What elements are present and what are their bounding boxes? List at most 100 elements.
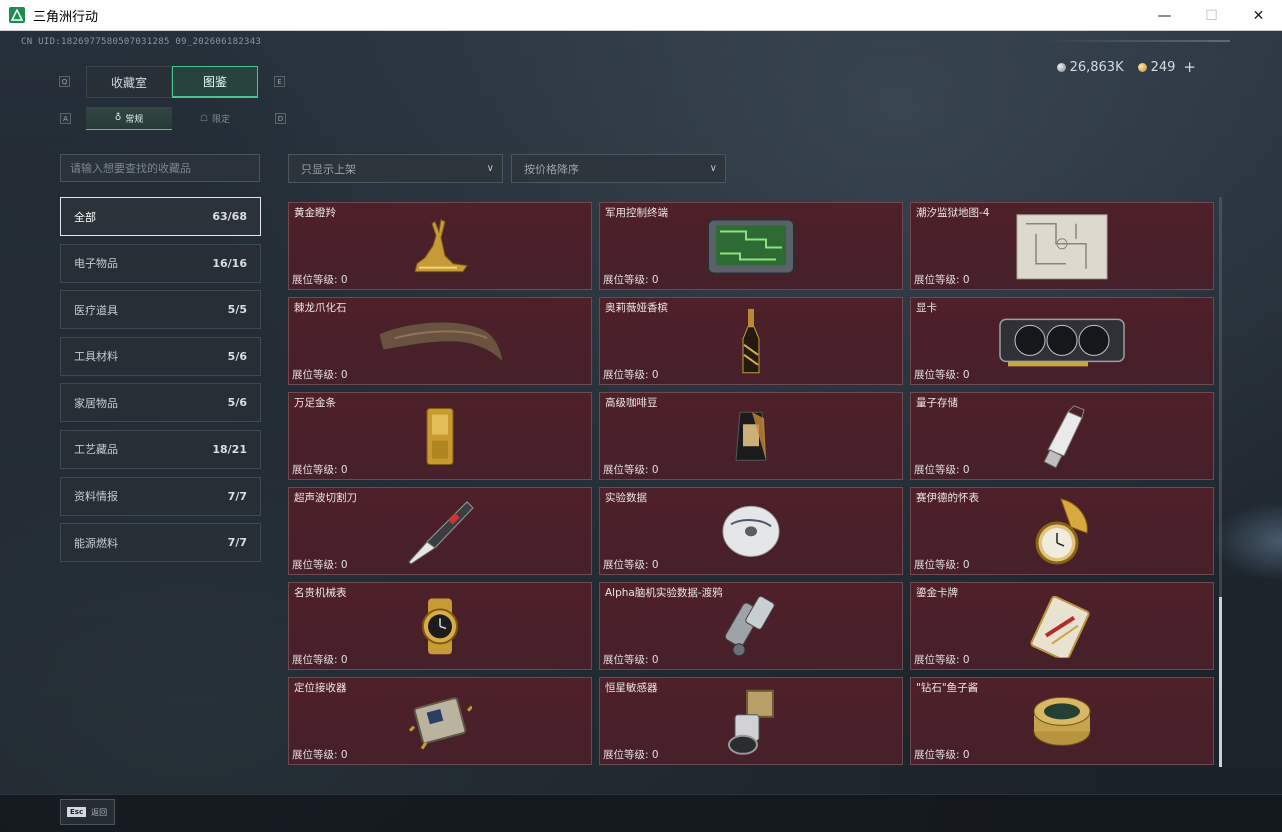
player-uid: CN UID:1826977580507031285 09_2026061823… bbox=[21, 37, 262, 47]
item-booth-level: 展位等级: 0 bbox=[914, 559, 970, 571]
category-tools[interactable]: 工具材料 5/6 bbox=[60, 336, 261, 376]
tab-collection-room[interactable]: 收藏室 bbox=[86, 66, 172, 98]
item-booth-level: 展位等级: 0 bbox=[292, 654, 348, 666]
item-card-map[interactable]: 潮汐监狱地图-4 展位等级: 0 bbox=[910, 202, 1214, 290]
item-name: 显卡 bbox=[916, 302, 937, 314]
gold-coin-icon bbox=[1137, 62, 1147, 72]
category-label: 资料情报 bbox=[74, 490, 118, 504]
item-booth-level: 展位等级: 0 bbox=[603, 559, 659, 571]
sort-dropdown[interactable]: 按价格降序 ∨ bbox=[511, 154, 726, 183]
esc-key-icon: Esc bbox=[67, 807, 87, 817]
item-booth-level: 展位等级: 0 bbox=[292, 559, 348, 571]
sub-tabs: ♁ 常规 ☖ 限定 bbox=[86, 107, 258, 130]
search-input[interactable]: 请输入想要查找的收藏品 bbox=[60, 154, 260, 182]
item-card-goldbar[interactable]: 万足金条展位等级: 0 bbox=[288, 392, 592, 480]
category-label: 工艺藏品 bbox=[74, 443, 118, 457]
item-booth-level: 展位等级: 0 bbox=[603, 749, 659, 761]
gpu-icon bbox=[998, 313, 1126, 373]
key-hint-d: D bbox=[275, 113, 286, 124]
category-list: 全部 63/68 电子物品 16/16 医疗道具 5/5 工具材料 5/6 家居… bbox=[60, 197, 261, 570]
bottom-bar bbox=[0, 794, 1282, 832]
item-booth-level: 展位等级: 0 bbox=[914, 749, 970, 761]
category-all[interactable]: 全部 63/68 bbox=[60, 197, 261, 236]
item-card-receiver[interactable]: 定位接收器 展位等级: 0 bbox=[288, 677, 592, 765]
game-area: CN UID:1826977580507031285 09_2026061823… bbox=[0, 31, 1282, 832]
listed-filter-label: 只显示上架 bbox=[301, 162, 356, 176]
app-logo-icon bbox=[9, 7, 25, 23]
item-card-terminal[interactable]: 军用控制终端 展位等级: 0 bbox=[599, 202, 903, 290]
category-label: 工具材料 bbox=[74, 350, 118, 364]
item-name: 奥莉薇娅香槟 bbox=[605, 302, 668, 314]
category-count: 5/6 bbox=[227, 349, 247, 363]
category-household[interactable]: 家居物品 5/6 bbox=[60, 383, 261, 423]
category-count: 16/16 bbox=[212, 256, 247, 270]
category-fuel[interactable]: 能源燃料 7/7 bbox=[60, 523, 261, 563]
item-name: 万足金条 bbox=[294, 397, 336, 409]
silver-amount: 26,863K bbox=[1069, 59, 1124, 75]
add-currency-button[interactable]: + bbox=[1183, 58, 1196, 76]
item-card-champagne[interactable]: 奥莉薇娅香槟 展位等级: 0 bbox=[599, 297, 903, 385]
knife-icon bbox=[405, 498, 475, 570]
gold-currency: 249 + bbox=[1137, 58, 1196, 76]
card-icon bbox=[1030, 595, 1094, 662]
main-tabs: 收藏室 图鉴 bbox=[86, 66, 258, 98]
item-booth-level: 展位等级: 0 bbox=[292, 749, 348, 761]
item-name: 名贵机械表 bbox=[294, 587, 347, 599]
grid-scrollbar[interactable] bbox=[1219, 197, 1222, 767]
key-hint-a: A bbox=[60, 113, 71, 124]
item-card-claw[interactable]: 棘龙爪化石 展位等级: 0 bbox=[288, 297, 592, 385]
chevron-down-icon: ∨ bbox=[709, 163, 717, 174]
item-card-disc[interactable]: 实验数据 展位等级: 0 bbox=[599, 487, 903, 575]
category-count: 7/7 bbox=[227, 489, 247, 503]
item-booth-level: 展位等级: 0 bbox=[603, 464, 659, 476]
scrollbar-thumb[interactable] bbox=[1219, 597, 1222, 767]
chevron-down-icon: ∨ bbox=[486, 163, 494, 174]
item-card-knife[interactable]: 超声波切割刀 展位等级: 0 bbox=[288, 487, 592, 575]
item-card-card[interactable]: 鎏金卡牌展位等级: 0 bbox=[910, 582, 1214, 670]
top-decoration-line bbox=[1040, 40, 1230, 42]
pocketwatch-icon bbox=[1031, 497, 1093, 571]
item-card-sensor[interactable]: 恒星敏感器展位等级: 0 bbox=[599, 677, 903, 765]
back-button[interactable]: Esc 返回 bbox=[60, 799, 115, 825]
tab-regular-label: 常规 bbox=[125, 114, 144, 125]
item-name: Alpha脑机实验数据-渡鸦 bbox=[605, 587, 723, 599]
item-booth-level: 展位等级: 0 bbox=[914, 464, 970, 476]
item-booth-level: 展位等级: 0 bbox=[292, 464, 348, 476]
category-medical[interactable]: 医疗道具 5/5 bbox=[60, 290, 261, 330]
item-name: 量子存储 bbox=[916, 397, 958, 409]
regular-icon: ♁ bbox=[114, 113, 122, 123]
usb-icon bbox=[1038, 404, 1086, 474]
key-hint-q: Q bbox=[59, 76, 70, 87]
category-electronics[interactable]: 电子物品 16/16 bbox=[60, 243, 261, 283]
wristwatch-icon bbox=[414, 598, 466, 658]
item-booth-level: 展位等级: 0 bbox=[603, 654, 659, 666]
goldbar-icon bbox=[425, 407, 455, 471]
category-label: 能源燃料 bbox=[74, 536, 118, 550]
close-button[interactable]: ✕ bbox=[1235, 0, 1282, 31]
item-name: 鎏金卡牌 bbox=[916, 587, 958, 599]
map-icon bbox=[1016, 214, 1108, 284]
item-card-coffee[interactable]: 高级咖啡豆 展位等级: 0 bbox=[599, 392, 903, 480]
item-card-pocketwatch[interactable]: 赛伊德的怀表 展位等级: 0 bbox=[910, 487, 1214, 575]
item-card-gazelle[interactable]: 黄金瞪羚 展位等级: 0 bbox=[288, 202, 592, 290]
item-name: 超声波切割刀 bbox=[294, 492, 357, 504]
window-title: 三角洲行动 bbox=[33, 9, 99, 25]
tab-codex[interactable]: 图鉴 bbox=[172, 66, 258, 98]
item-card-brainchip[interactable]: Alpha脑机实验数据-渡鸦 展位等级: 0 bbox=[599, 582, 903, 670]
item-card-caviar[interactable]: "钻石"鱼子酱 展位等级: 0 bbox=[910, 677, 1214, 765]
listed-filter-dropdown[interactable]: 只显示上架 ∨ bbox=[288, 154, 503, 183]
tab-limited[interactable]: ☖ 限定 bbox=[172, 107, 258, 130]
category-count: 5/5 bbox=[227, 303, 247, 317]
tab-regular[interactable]: ♁ 常规 bbox=[86, 107, 172, 130]
minimize-button[interactable]: — bbox=[1141, 0, 1188, 31]
item-booth-level: 展位等级: 0 bbox=[603, 274, 659, 286]
item-card-wristwatch[interactable]: 名贵机械表展位等级: 0 bbox=[288, 582, 592, 670]
receiver-icon bbox=[408, 691, 474, 757]
item-name: 恒星敏感器 bbox=[605, 682, 658, 694]
category-intel[interactable]: 资料情报 7/7 bbox=[60, 476, 261, 516]
item-card-usb[interactable]: 量子存储展位等级: 0 bbox=[910, 392, 1214, 480]
category-crafts[interactable]: 工艺藏品 18/21 bbox=[60, 429, 261, 469]
item-booth-level: 展位等级: 0 bbox=[914, 654, 970, 666]
maximize-button[interactable]: ☐ bbox=[1188, 0, 1235, 31]
item-card-gpu[interactable]: 显卡 展位等级: 0 bbox=[910, 297, 1214, 385]
